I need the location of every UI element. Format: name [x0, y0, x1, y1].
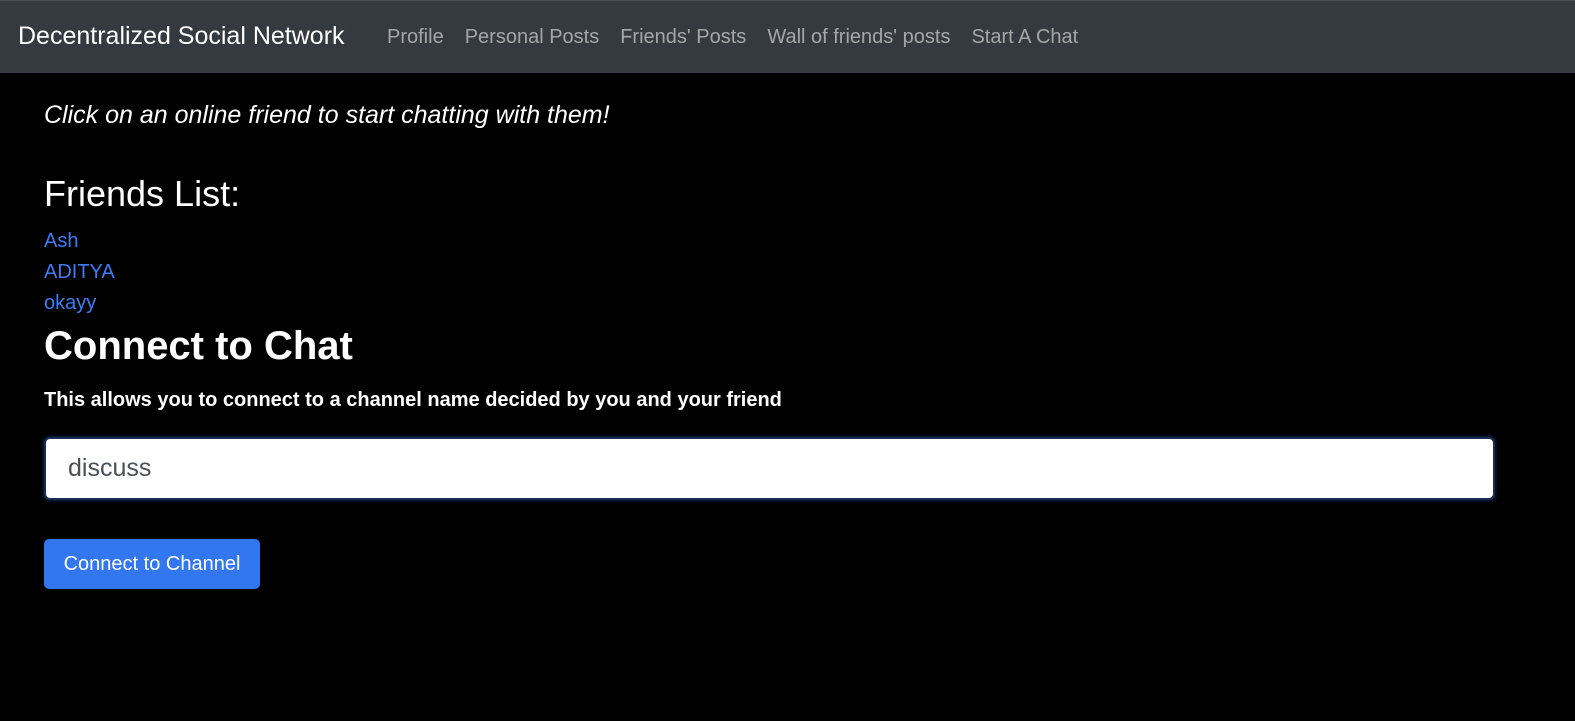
friend-link-aditya[interactable]: ADITYA [44, 259, 115, 290]
friend-link-ash[interactable]: Ash [44, 228, 115, 259]
chat-hint-text: Click on an online friend to start chatt… [44, 101, 610, 129]
channel-name-input[interactable] [44, 437, 1495, 500]
connect-description: This allows you to connect to a channel … [44, 389, 782, 411]
nav-links: Profile Personal Posts Friends' Posts Wa… [387, 26, 1078, 49]
navbar-brand[interactable]: Decentralized Social Network [18, 22, 345, 51]
nav-link-start-a-chat[interactable]: Start A Chat [971, 26, 1078, 49]
connect-to-chat-heading: Connect to Chat [44, 324, 353, 368]
top-navbar: Decentralized Social Network Profile Per… [0, 0, 1575, 73]
friends-list-heading: Friends List: [44, 173, 241, 214]
friend-link-okayy[interactable]: okayy [44, 290, 115, 321]
connect-to-channel-button[interactable]: Connect to Channel [44, 539, 260, 589]
nav-link-friends-posts[interactable]: Friends' Posts [620, 26, 746, 49]
nav-link-wall-of-friends-posts[interactable]: Wall of friends' posts [767, 26, 950, 49]
friends-list: Ash ADITYA okayy [44, 228, 115, 321]
nav-link-personal-posts[interactable]: Personal Posts [465, 26, 600, 49]
nav-link-profile[interactable]: Profile [387, 26, 444, 49]
